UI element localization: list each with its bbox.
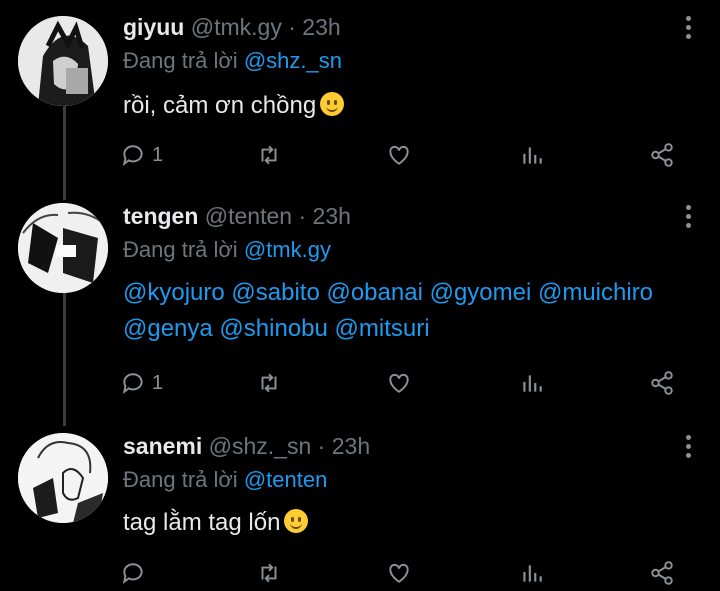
tweet-header: tengen @tenten · 23h [123,203,351,230]
retweet-icon [261,373,277,393]
reply-context: Đang trả lời @tenten [123,467,327,493]
more-icon[interactable] [686,435,692,462]
retweet-button[interactable] [256,558,282,588]
share-button[interactable] [649,140,675,170]
user-handle[interactable]: @tenten [205,203,292,229]
retweet-button[interactable] [256,368,282,398]
smile-emoji [320,92,345,116]
reply-icon [122,563,143,584]
mention-line-1[interactable]: @kyojuro @sabito @obanai @gyomei @muichi… [123,275,653,311]
reply-icon [122,373,143,394]
tweet-header: sanemi @shz._sn · 23h [123,433,370,460]
reply-count: 1 [152,143,164,166]
share-icon [651,143,673,167]
user-handle[interactable]: @tmk.gy [191,14,282,40]
like-icon [389,373,409,393]
avatar[interactable] [18,203,108,293]
display-name[interactable]: sanemi [123,433,202,459]
reply-mention[interactable]: @shz._sn [244,48,342,73]
tweet-actions: 1 [120,368,700,398]
tweet-actions: 1 [120,140,700,170]
retweet-icon [261,563,277,583]
reply-mention[interactable]: @tmk.gy [244,237,331,262]
separator-dot: · [298,203,307,229]
retweet-icon [261,145,277,165]
like-icon [389,563,409,583]
timestamp[interactable]: 23h [313,203,351,229]
avatar[interactable] [18,433,108,523]
tweet-actions [120,558,700,588]
reply-prefix: Đang trả lời [123,237,238,262]
tweet-header: giyuu @tmk.gy · 23h [123,14,341,41]
analytics-icon [523,565,542,582]
share-button[interactable] [649,368,675,398]
like-button[interactable] [386,140,412,170]
tweet-text: rồi, cảm ơn chồng [123,88,345,124]
analytics-button[interactable] [519,368,545,398]
tweet-text: @kyojuro @sabito @obanai @gyomei @muichi… [123,275,653,347]
tweet-tengen[interactable]: tengen @tenten · 23h Đang trả lời @tmk.g… [0,203,720,413]
separator-dot: · [317,433,326,459]
analytics-button[interactable] [519,558,545,588]
analytics-icon [523,147,542,164]
like-icon [389,145,409,165]
more-icon[interactable] [686,16,692,43]
reply-prefix: Đang trả lời [123,48,238,73]
reply-button[interactable]: 1 [120,140,163,170]
timestamp[interactable]: 23h [332,433,370,459]
share-icon [651,371,673,395]
share-icon [651,561,673,585]
smile-emoji [284,509,309,533]
reply-button[interactable] [120,558,152,588]
tweet-giyuu[interactable]: giyuu @tmk.gy · 23h Đang trả lời @shz._s… [0,14,720,184]
tweet-text-content: tag lằm tag lốn [123,509,281,536]
separator-dot: · [288,14,296,40]
mention-line-2[interactable]: @genya @shinobu @mitsuri [123,311,653,347]
tweet-text: tag lằm tag lốn [123,505,309,541]
reply-count: 1 [152,371,164,394]
share-button[interactable] [649,558,675,588]
reply-icon [122,145,143,166]
avatar[interactable] [18,16,108,106]
analytics-button[interactable] [519,140,545,170]
display-name[interactable]: giyuu [123,14,184,40]
timestamp[interactable]: 23h [302,14,340,40]
retweet-button[interactable] [256,140,282,170]
like-button[interactable] [386,368,412,398]
more-icon[interactable] [686,205,692,232]
tweet-text-content: rồi, cảm ơn chồng [123,92,317,119]
analytics-icon [523,375,542,392]
reply-context: Đang trả lời @shz._sn [123,48,342,74]
reply-mention[interactable]: @tenten [244,467,328,492]
user-handle[interactable]: @shz._sn [209,433,312,459]
display-name[interactable]: tengen [123,203,198,229]
reply-button[interactable]: 1 [120,368,163,398]
like-button[interactable] [386,558,412,588]
tweet-sanemi[interactable]: sanemi @shz._sn · 23h Đang trả lời @tent… [0,433,720,591]
reply-prefix: Đang trả lời [123,467,238,492]
reply-context: Đang trả lời @tmk.gy [123,237,331,263]
